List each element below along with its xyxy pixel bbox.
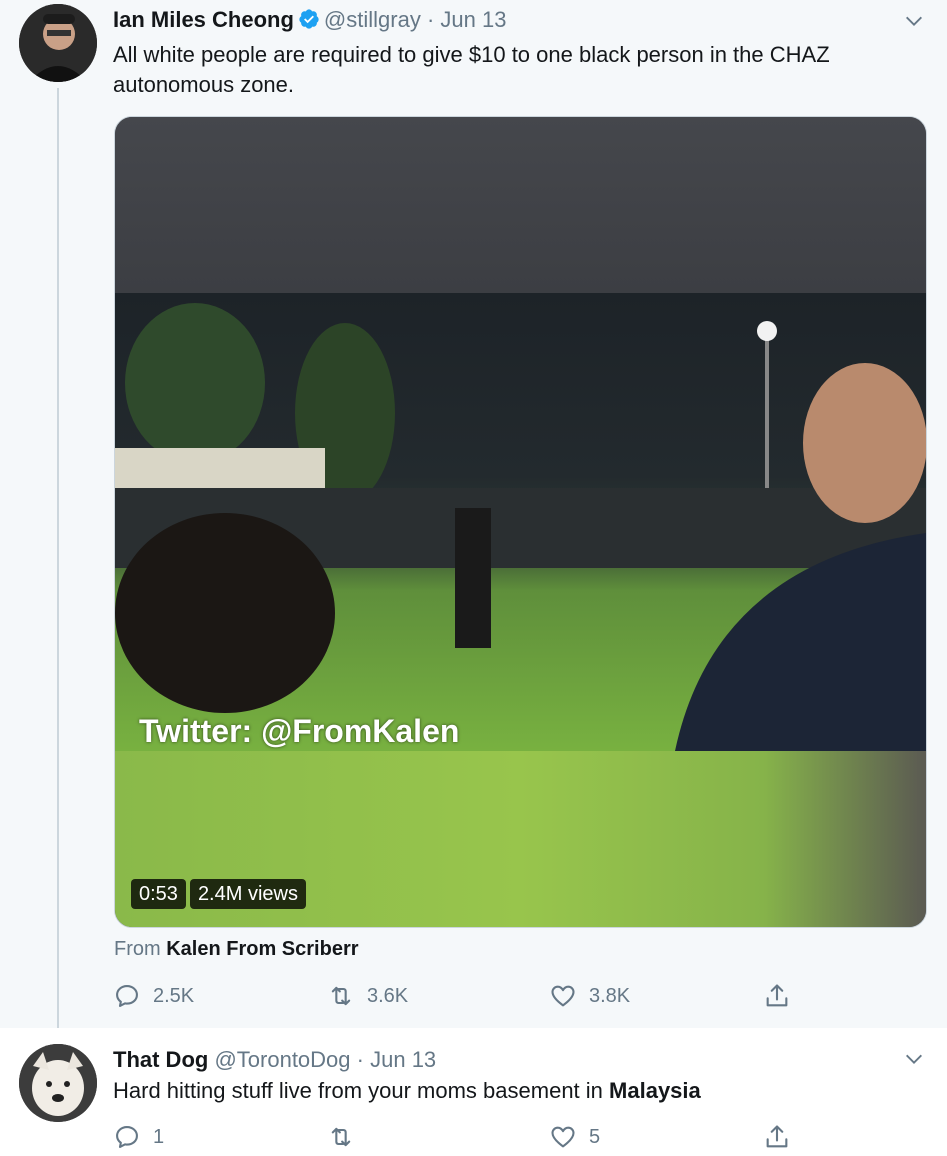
video-watermark: Twitter: @FromKalen <box>139 713 460 749</box>
tweet-date[interactable]: Jun 13 <box>440 7 506 32</box>
author-handle[interactable]: @stillgray <box>324 7 421 32</box>
tweet-text-bold: Malaysia <box>609 1078 701 1103</box>
retweet-icon <box>331 1127 351 1147</box>
video-duration: 0:53 <box>131 879 186 909</box>
video-player[interactable]: Twitter: @FromKalen 0:53 2.4M views <box>114 116 927 928</box>
share-button[interactable] <box>763 982 791 1010</box>
retweet-icon <box>331 986 351 1006</box>
tweet-actions: 1 5 <box>113 1123 803 1155</box>
tweet[interactable]: That Dog @TorontoDog · Jun 13 Hard hitti… <box>0 1028 947 1156</box>
video-scene-graphic <box>115 303 926 751</box>
avatar-image <box>19 1044 97 1122</box>
retweet-button[interactable]: 3.6K <box>327 982 408 1010</box>
reply-icon <box>116 1126 138 1148</box>
like-button[interactable]: 3.8K <box>549 982 630 1010</box>
heart-icon <box>551 1126 575 1148</box>
source-name[interactable]: Kalen From Scriberr <box>166 938 358 960</box>
video-info-badges: 0:53 2.4M views <box>131 879 306 909</box>
tweet-text-main: Hard hitting stuff live from your moms b… <box>113 1078 603 1103</box>
chevron-down-icon[interactable] <box>903 1048 925 1070</box>
share-icon <box>766 1125 788 1148</box>
author-name[interactable]: Ian Miles Cheong <box>113 7 294 32</box>
reply-count: 1 <box>153 1125 165 1148</box>
media-source: From Kalen From Scriberr <box>114 938 359 961</box>
like-count: 5 <box>589 1125 601 1148</box>
avatar[interactable] <box>19 4 97 82</box>
avatar-image <box>19 4 97 82</box>
tweet-text: All white people are required to give $1… <box>113 42 830 97</box>
tweet-header: That Dog @TorontoDog · Jun 13 <box>113 1046 436 1074</box>
tweet[interactable]: Ian Miles Cheong @stillgray · Jun 13 All … <box>0 0 947 1038</box>
video-letterbox-top <box>115 117 926 293</box>
retweet-count: 3.6K <box>367 984 409 1007</box>
tweet-header: Ian Miles Cheong @stillgray · Jun 13 <box>113 6 506 34</box>
separator-dot: · <box>356 1047 364 1072</box>
like-button[interactable]: 5 <box>549 1123 600 1151</box>
author-name[interactable]: That Dog <box>113 1047 208 1072</box>
retweet-button[interactable] <box>327 1123 367 1151</box>
reply-button[interactable]: 2.5K <box>113 982 194 1010</box>
tweet-text: Hard hitting stuff live from your moms b… <box>113 1076 913 1106</box>
thread-connector <box>57 88 59 1038</box>
separator-dot: · <box>426 7 435 32</box>
author-handle[interactable]: @TorontoDog <box>214 1047 350 1072</box>
share-button[interactable] <box>763 1123 791 1151</box>
video-views: 2.4M views <box>189 879 306 909</box>
share-icon <box>766 984 788 1007</box>
tweet-date[interactable]: Jun 13 <box>370 1047 436 1072</box>
tweet-actions: 2.5K 3.6K 3.8K <box>113 982 803 1014</box>
avatar[interactable] <box>19 1044 97 1122</box>
source-prefix: From <box>114 938 161 960</box>
reply-count: 2.5K <box>153 984 195 1007</box>
verified-badge-icon <box>298 8 320 30</box>
like-count: 3.8K <box>589 984 631 1007</box>
video-frame <box>115 293 926 751</box>
chevron-down-icon[interactable] <box>903 10 925 32</box>
heart-icon <box>551 985 575 1007</box>
reply-button[interactable]: 1 <box>113 1123 164 1151</box>
reply-icon <box>116 985 138 1007</box>
